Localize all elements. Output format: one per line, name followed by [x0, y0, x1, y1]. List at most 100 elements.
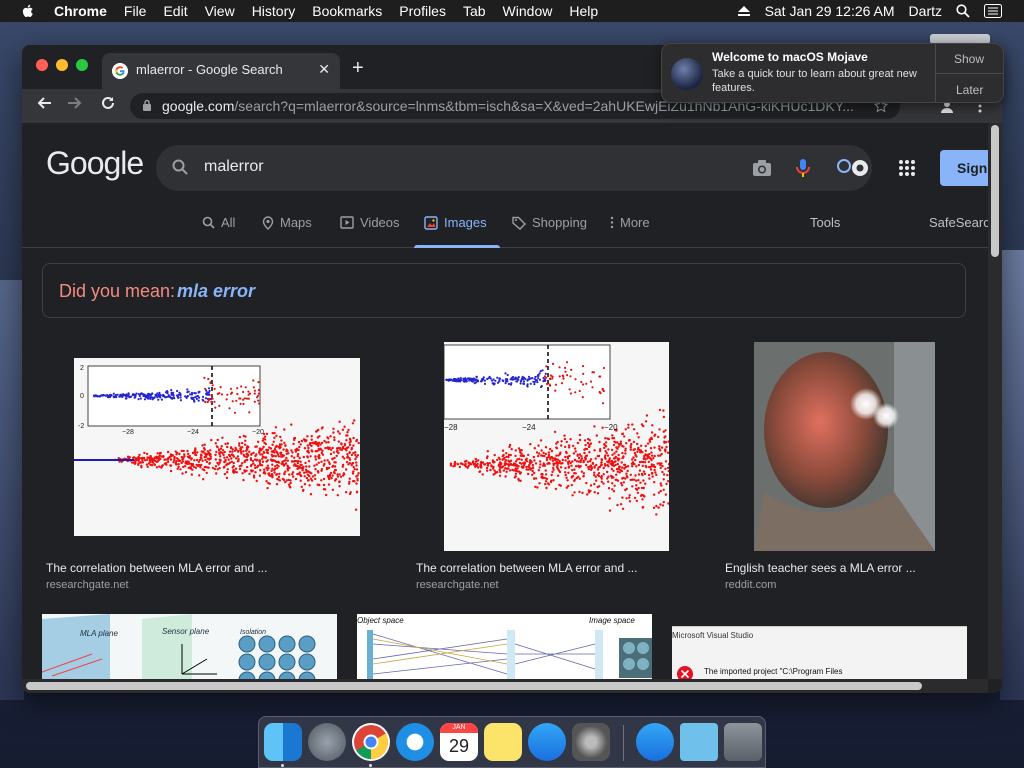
- scatter-point: [275, 450, 278, 453]
- settings-gear-icon[interactable]: [836, 157, 872, 179]
- menu-edit[interactable]: Edit: [163, 3, 187, 19]
- scatter-point: [275, 483, 279, 486]
- tab-more[interactable]: More: [610, 215, 650, 230]
- result-title-1[interactable]: The correlation between MLA error and ..…: [46, 561, 267, 575]
- scatter-point: [201, 398, 204, 401]
- finder-icon[interactable]: [264, 723, 302, 761]
- result-title-3[interactable]: English teacher sees a MLA error ...: [725, 561, 916, 575]
- scatter-point: [462, 379, 465, 382]
- result-thumbnail-4[interactable]: MLA plane Sensor plane Isolation: [42, 614, 337, 681]
- reload-icon[interactable]: [100, 95, 116, 111]
- menu-help[interactable]: Help: [569, 3, 598, 19]
- scatter-point: [619, 503, 623, 506]
- menu-user[interactable]: Dartz: [909, 3, 942, 19]
- safari-icon[interactable]: [396, 723, 434, 761]
- search-box[interactable]: malerror: [156, 145, 872, 191]
- google-apps-icon[interactable]: [898, 159, 916, 177]
- forward-icon[interactable]: [67, 95, 83, 111]
- downloads-folder-icon[interactable]: [680, 723, 718, 761]
- result-thumbnail-5[interactable]: Object space Image space: [357, 614, 652, 681]
- scatter-point: [308, 474, 311, 478]
- scatter-point: [139, 393, 143, 396]
- menu-profiles[interactable]: Profiles: [399, 3, 446, 19]
- scatter-plot-image-2: −28 −24 −20: [444, 342, 669, 551]
- horizontal-scrollbar-thumb[interactable]: [26, 682, 922, 690]
- safesearch-button[interactable]: SafeSearch: [929, 215, 988, 230]
- result-source-3[interactable]: reddit.com: [725, 579, 776, 591]
- menu-history[interactable]: History: [252, 3, 296, 19]
- apple-icon[interactable]: [20, 3, 36, 19]
- close-window-button[interactable]: [36, 59, 48, 71]
- tools-button[interactable]: Tools: [810, 215, 840, 230]
- result-thumbnail-2[interactable]: −28 −24 −20: [444, 342, 669, 551]
- menu-app-name[interactable]: Chrome: [54, 3, 107, 19]
- search-icon[interactable]: [172, 159, 188, 175]
- scatter-point: [258, 462, 262, 466]
- menu-view[interactable]: View: [205, 3, 235, 19]
- scatter-point: [215, 450, 218, 454]
- notes-icon[interactable]: [484, 723, 522, 761]
- scatter-point: [317, 461, 320, 464]
- trash-icon[interactable]: [724, 723, 762, 761]
- scatter-point: [595, 479, 598, 482]
- lock-icon[interactable]: [142, 99, 152, 111]
- scatter-point: [266, 459, 269, 462]
- scatter-point: [531, 469, 534, 473]
- google-logo[interactable]: Google: [46, 145, 144, 182]
- scatter-point: [600, 463, 603, 467]
- notification-show-button[interactable]: Show: [954, 52, 984, 66]
- scatter-point: [608, 457, 611, 460]
- microphone-icon[interactable]: [796, 158, 810, 178]
- vertical-scrollbar-thumb[interactable]: [991, 125, 999, 257]
- vertical-scrollbar[interactable]: [988, 123, 1002, 679]
- close-tab-icon[interactable]: ✕: [318, 61, 330, 78]
- did-you-mean-link[interactable]: mla error: [177, 281, 255, 302]
- scatter-point: [302, 455, 305, 459]
- tab-images[interactable]: Images: [424, 215, 487, 230]
- scatter-point: [636, 432, 639, 435]
- scatter-point: [572, 444, 575, 448]
- menu-clock[interactable]: Sat Jan 29 12:26 AM: [765, 3, 895, 19]
- macos-notification[interactable]: Welcome to macOS Mojave Take a quick tou…: [661, 43, 1004, 103]
- launchpad-icon[interactable]: [308, 723, 346, 761]
- system-preferences-icon[interactable]: [572, 723, 610, 761]
- result-source-2[interactable]: researchgate.net: [416, 579, 499, 591]
- camera-search-icon[interactable]: [752, 159, 772, 177]
- sign-in-button[interactable]: Sign: [940, 150, 988, 186]
- chrome-icon[interactable]: [352, 723, 390, 761]
- result-thumbnail-1[interactable]: 2 0 -2 −28 −24 −20: [74, 358, 360, 536]
- minimize-window-button[interactable]: [56, 59, 68, 71]
- app-store-folder-icon[interactable]: [636, 723, 674, 761]
- eject-icon[interactable]: [737, 5, 751, 17]
- scatter-point: [565, 361, 569, 364]
- tab-maps[interactable]: Maps: [262, 215, 312, 230]
- zoom-window-button[interactable]: [76, 59, 88, 71]
- notification-center-icon[interactable]: [984, 4, 1002, 18]
- result-thumbnail-6[interactable]: Microsoft Visual Studio The imported pro…: [672, 626, 967, 681]
- scatter-point: [181, 460, 184, 463]
- result-source-1[interactable]: researchgate.net: [46, 579, 129, 591]
- horizontal-scrollbar[interactable]: [22, 679, 988, 693]
- tab-all[interactable]: All: [202, 215, 235, 230]
- menu-tab[interactable]: Tab: [463, 3, 486, 19]
- scatter-point: [267, 472, 270, 475]
- tab-shopping[interactable]: Shopping: [512, 215, 587, 230]
- scatter-point: [202, 478, 205, 481]
- new-tab-icon[interactable]: +: [352, 57, 364, 80]
- menu-file[interactable]: File: [124, 3, 147, 19]
- menu-bookmarks[interactable]: Bookmarks: [312, 3, 382, 19]
- app-store-icon[interactable]: [528, 723, 566, 761]
- scatter-point: [262, 451, 266, 454]
- notification-later-button[interactable]: Later: [956, 83, 983, 97]
- back-icon[interactable]: [36, 95, 52, 111]
- search-input[interactable]: malerror: [204, 158, 264, 176]
- tab-videos[interactable]: Videos: [340, 215, 400, 230]
- menu-window[interactable]: Window: [503, 3, 553, 19]
- chrome-logo-icon: [354, 725, 388, 759]
- result-title-2[interactable]: The correlation between MLA error and ..…: [416, 561, 637, 575]
- spotlight-icon[interactable]: [956, 4, 970, 18]
- result-thumbnail-3[interactable]: [754, 342, 935, 551]
- calendar-icon[interactable]: JAN 29: [440, 723, 478, 761]
- scatter-point: [352, 465, 355, 469]
- browser-tab[interactable]: mlaerror - Google Search ✕: [102, 53, 340, 89]
